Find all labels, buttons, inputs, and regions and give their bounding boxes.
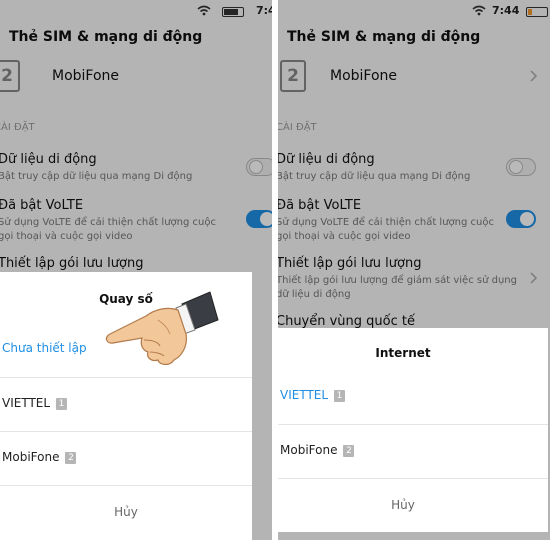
call-option-mobifone-label: MobiFone 2	[2, 450, 77, 464]
pointing-hand-icon	[105, 291, 219, 366]
internet-option-mobifone[interactable]: MobiFone 2	[278, 424, 548, 478]
call-option-viettel-label: VIETTEL 1	[2, 396, 68, 410]
internet-sim-dialog: Internet › VIETTEL1 MobiFone2 Hủy	[278, 328, 548, 532]
internet-dialog-title: Internet	[375, 346, 431, 360]
sim-badge-2: 2	[343, 445, 355, 457]
right-screen: 7:44 Thẻ SIM & mạng di động 2 MobiFone C…	[278, 0, 550, 540]
call-option-viettel[interactable]: VIETTEL 1	[0, 377, 252, 431]
left-screen: 7:44 Thẻ SIM & mạng di động 2 MobiFone C…	[0, 0, 272, 540]
internet-dialog-cancel-button[interactable]: Hủy	[278, 478, 548, 533]
internet-option-mobifone-label: MobiFone 2	[280, 443, 355, 457]
sim-badge-2: 2	[65, 452, 77, 464]
internet-option-viettel[interactable]: › VIETTEL1	[278, 370, 548, 423]
call-dialog-cancel-button[interactable]: Hủy	[0, 485, 252, 540]
internet-option-viettel-label: VIETTEL 1	[280, 388, 346, 402]
call-option-not-set-label: Chưa thiết lập	[2, 341, 87, 355]
call-option-mobifone[interactable]: MobiFone 2	[0, 431, 252, 485]
sim-badge-1: 1	[334, 390, 346, 402]
sim-badge-1: 1	[56, 398, 68, 410]
